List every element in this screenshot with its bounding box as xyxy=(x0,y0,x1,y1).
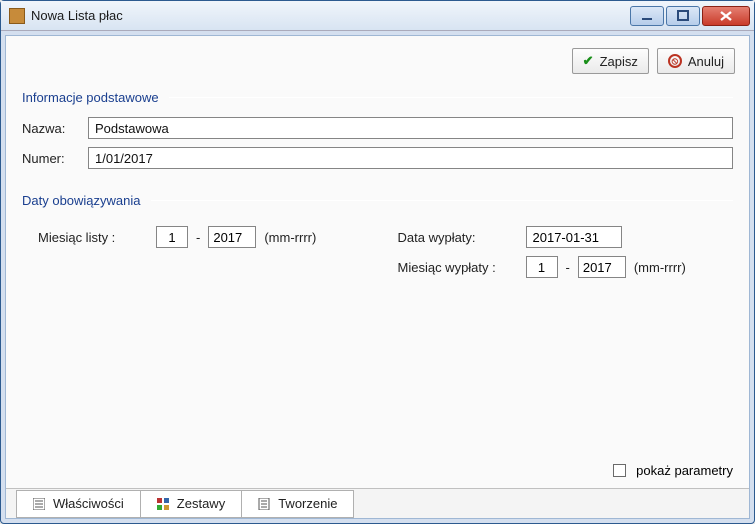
top-actions: ✔ Zapisz ⦸ Anuluj xyxy=(6,36,749,84)
maximize-button[interactable] xyxy=(666,6,700,26)
basic-info-section: Informacje podstawowe Nazwa: Numer: xyxy=(6,84,749,187)
tab-strip: Właściwości Zestawy Tworzenie xyxy=(6,488,749,518)
list-month-label: Miesiąc listy : xyxy=(38,230,148,245)
basic-info-legend: Informacje podstawowe xyxy=(22,90,733,105)
dates-legend: Daty obowiązywania xyxy=(22,193,733,208)
show-params-label: pokaż parametry xyxy=(636,463,733,478)
list-month-yyyy-input[interactable] xyxy=(208,226,256,248)
tab-properties[interactable]: Właściwości xyxy=(16,490,141,518)
close-button[interactable] xyxy=(702,6,750,26)
divider xyxy=(169,97,733,98)
tab-properties-label: Właściwości xyxy=(53,496,124,511)
dates-section: Daty obowiązywania Miesiąc listy : - (mm… xyxy=(6,187,749,302)
payout-month-format-hint: (mm-rrrr) xyxy=(634,260,686,275)
tab-creation-label: Tworzenie xyxy=(278,496,337,511)
minimize-button[interactable] xyxy=(630,6,664,26)
payout-month-mm-input[interactable] xyxy=(526,256,558,278)
number-label: Numer: xyxy=(22,151,80,166)
properties-icon xyxy=(33,498,45,510)
name-input[interactable] xyxy=(88,117,733,139)
payout-month-yyyy-input[interactable] xyxy=(578,256,626,278)
dates-legend-text: Daty obowiązywania xyxy=(22,193,141,208)
basic-legend-text: Informacje podstawowe xyxy=(22,90,159,105)
save-button-label: Zapisz xyxy=(600,54,638,69)
cancel-button[interactable]: ⦸ Anuluj xyxy=(657,48,735,74)
dates-left-col: Miesiąc listy : - (mm-rrrr) xyxy=(38,226,358,286)
tab-sets-label: Zestawy xyxy=(177,496,225,511)
tab-sets[interactable]: Zestawy xyxy=(140,490,242,518)
payout-date-input[interactable] xyxy=(526,226,622,248)
save-button[interactable]: ✔ Zapisz xyxy=(572,48,649,74)
titlebar[interactable]: Nowa Lista płac xyxy=(1,1,754,31)
dates-right-col: Data wypłaty: Miesiąc wypłaty : - (mm-rr… xyxy=(398,226,718,286)
window-title: Nowa Lista płac xyxy=(31,8,630,23)
divider xyxy=(151,200,733,201)
number-input[interactable] xyxy=(88,147,733,169)
payout-date-label: Data wypłaty: xyxy=(398,230,518,245)
name-label: Nazwa: xyxy=(22,121,80,136)
sets-icon xyxy=(157,498,169,510)
creation-icon xyxy=(258,498,270,510)
payout-month-label: Miesiąc wypłaty : xyxy=(398,260,518,275)
list-month-format-hint: (mm-rrrr) xyxy=(264,230,316,245)
dash-separator: - xyxy=(566,260,570,275)
window-controls xyxy=(630,6,750,26)
list-month-mm-input[interactable] xyxy=(156,226,188,248)
flex-spacer xyxy=(6,302,749,463)
app-icon xyxy=(9,8,25,24)
show-params-checkbox[interactable] xyxy=(613,464,626,477)
checkmark-icon: ✔ xyxy=(583,53,594,69)
show-params-row: pokaż parametry xyxy=(6,463,749,488)
tab-creation[interactable]: Tworzenie xyxy=(241,490,354,518)
payroll-dialog: Nowa Lista płac ✔ Zapisz ⦸ Anuluj xyxy=(0,0,755,524)
cancel-icon: ⦸ xyxy=(668,54,682,68)
dash-separator: - xyxy=(196,230,200,245)
cancel-button-label: Anuluj xyxy=(688,54,724,69)
client-area: ✔ Zapisz ⦸ Anuluj Informacje podstawowe … xyxy=(5,35,750,519)
